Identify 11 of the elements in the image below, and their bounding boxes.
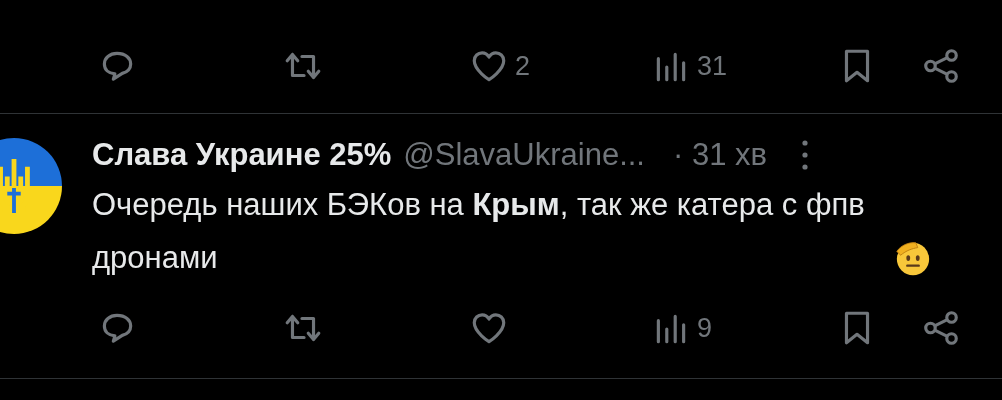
like-count: 2 bbox=[515, 50, 531, 82]
tweet-text: Очередь наших БЭКов на Крым, так же катера с фпв дронами bbox=[92, 186, 866, 277]
saluting-face-icon bbox=[894, 240, 932, 278]
author-handle[interactable]: @SlavaUkraine... bbox=[403, 137, 645, 173]
more-icon[interactable] bbox=[801, 137, 809, 173]
share-icon[interactable] bbox=[921, 46, 961, 86]
post-time[interactable]: · 31 хв bbox=[673, 137, 767, 173]
author-name[interactable]: Слава Украине 25% bbox=[92, 137, 392, 173]
views-count: 31 bbox=[697, 50, 728, 82]
views-count: 9 bbox=[697, 312, 713, 344]
share-icon[interactable] bbox=[921, 308, 961, 348]
